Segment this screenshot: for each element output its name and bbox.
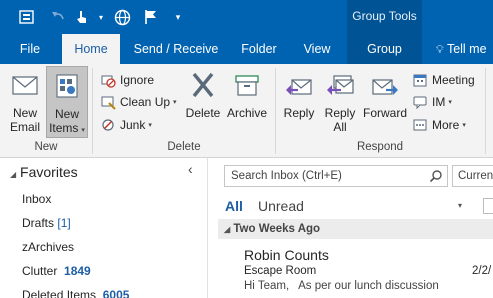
reply-all-label: Reply All <box>324 106 356 134</box>
ignore-button[interactable]: Ignore <box>100 70 154 90</box>
folder-item-clutter[interactable]: Clutter 1849 <box>22 264 91 278</box>
meeting-label: Meeting <box>432 73 475 87</box>
ribbon-separator <box>92 68 93 154</box>
folder-item-inbox[interactable]: Inbox <box>22 192 51 206</box>
archive-label: Archive <box>226 106 267 120</box>
tab-send-receive[interactable]: Send / Receive <box>130 34 222 64</box>
ribbon-separator <box>275 68 276 154</box>
forward-arrow-icon <box>370 70 400 103</box>
app-menu-icon[interactable] <box>16 7 38 27</box>
ribbon-separator <box>485 68 486 154</box>
lightbulb-icon: 💡︎ <box>436 44 444 56</box>
more-button[interactable]: More ▾ <box>412 115 466 135</box>
tab-folder[interactable]: Folder <box>234 34 284 64</box>
folder-name: Clutter <box>22 264 58 278</box>
message-group-header[interactable]: ◢ Two Weeks Ago <box>218 219 493 239</box>
new-items-button[interactable]: New Items ▾ <box>46 66 88 138</box>
ignore-label: Ignore <box>120 73 155 87</box>
message-item[interactable]: Robin Counts Escape Room 2/2/ Hi Team, A… <box>218 243 493 298</box>
meeting-button[interactable]: Meeting <box>412 70 475 90</box>
reply-arrow-icon <box>284 70 314 103</box>
more-label: More <box>432 118 460 132</box>
folder-item-deleted-items[interactable]: Deleted Items 6005 <box>22 288 129 298</box>
collapse-pane-icon[interactable]: ‹ <box>188 161 193 177</box>
folder-name: zArchives <box>22 240 75 254</box>
message-sender: Robin Counts <box>244 247 329 263</box>
context-tab-title: Group Tools <box>352 9 417 23</box>
filter-unread[interactable]: Unread <box>258 198 304 214</box>
expand-triangle-icon: ◢ <box>224 225 231 234</box>
touch-mode-icon[interactable] <box>70 7 94 27</box>
chevron-down-icon: ▾ <box>148 122 152 129</box>
archive-button[interactable]: Archive <box>224 66 270 138</box>
search-icon[interactable] <box>429 169 443 186</box>
archive-box-icon <box>232 70 262 103</box>
chevron-down-icon[interactable]: ▾ <box>96 7 106 27</box>
folder-name: Deleted Items <box>22 288 97 298</box>
search-scope-dropdown[interactable]: Curren <box>452 165 493 187</box>
ignore-icon <box>100 72 116 88</box>
folder-name: Drafts <box>22 216 55 230</box>
folder-item-drafts[interactable]: Drafts [1] <box>22 216 71 230</box>
search-input[interactable]: Search Inbox (Ctrl+E) <box>224 165 448 187</box>
new-email-label: New Email <box>9 106 40 134</box>
tab-tell-me[interactable]: 💡︎ Tell me <box>436 34 493 64</box>
im-label: IM <box>432 95 446 109</box>
flag-icon[interactable] <box>142 7 160 27</box>
delete-label: Delete <box>185 106 221 120</box>
chevron-down-icon: ▾ <box>173 99 177 106</box>
pane-divider <box>207 158 208 298</box>
globe-icon[interactable] <box>112 7 132 27</box>
tell-me-label: Tell me <box>446 42 487 56</box>
new-items-label: New Items ▾ <box>49 107 85 135</box>
forward-label: Forward <box>362 106 407 120</box>
folder-count: [1] <box>57 216 71 230</box>
undo-icon[interactable] <box>48 7 68 27</box>
reply-label: Reply <box>283 106 315 120</box>
clean-up-icon <box>100 94 116 110</box>
delete-x-icon <box>188 70 218 103</box>
folder-item-zarchives[interactable]: zArchives <box>22 240 74 254</box>
tab-group[interactable]: Group <box>347 34 422 64</box>
message-subject: Escape Room <box>244 265 317 277</box>
message-preview: Hi Team, As per our lunch discussion <box>244 280 439 292</box>
junk-button[interactable]: Junk ▾ <box>100 115 152 135</box>
chevron-down-icon: ▾ <box>448 99 452 106</box>
junk-icon <box>100 117 116 133</box>
tab-home[interactable]: Home <box>62 34 120 64</box>
arrange-by-dropdown[interactable] <box>483 198 493 214</box>
group-delete-label: Delete <box>167 141 201 153</box>
message-date: 2/2/ <box>472 265 492 277</box>
chevron-down-icon: ▾ <box>462 122 466 129</box>
tab-file[interactable]: File <box>11 34 49 64</box>
clean-up-button[interactable]: Clean Up ▾ <box>100 92 177 112</box>
clean-up-label: Clean Up <box>120 95 171 109</box>
expand-triangle-icon: ◢ <box>10 170 17 179</box>
tab-view[interactable]: View <box>296 34 338 64</box>
calendar-icon <box>412 72 428 88</box>
folder-count: 1849 <box>64 264 91 278</box>
reply-button[interactable]: Reply <box>279 66 319 138</box>
new-items-icon <box>52 71 82 104</box>
folder-count: 6005 <box>102 288 130 298</box>
envelope-icon <box>10 70 40 103</box>
group-new-label: New <box>34 141 58 153</box>
qat-customize-icon[interactable]: ▾ <box>172 7 184 27</box>
new-email-button[interactable]: New Email <box>4 66 46 140</box>
forward-button[interactable]: Forward <box>362 66 408 138</box>
reply-all-button[interactable]: Reply All <box>320 66 360 138</box>
chevron-down-icon[interactable]: ▾ <box>458 201 462 210</box>
favorites-label: Favorites <box>20 164 78 180</box>
junk-label: Junk <box>120 118 146 132</box>
chat-icon <box>412 94 428 110</box>
more-icon <box>412 117 428 133</box>
group-header-label: Two Weeks Ago <box>233 223 321 235</box>
im-button[interactable]: IM ▾ <box>412 92 452 112</box>
group-respond-label: Respond <box>356 141 404 153</box>
filter-all[interactable]: All <box>225 198 243 214</box>
delete-button[interactable]: Delete <box>182 66 224 138</box>
reply-all-arrow-icon <box>325 70 355 103</box>
favorites-header[interactable]: ◢ Favorites <box>10 164 78 180</box>
folder-name: Inbox <box>22 192 52 206</box>
